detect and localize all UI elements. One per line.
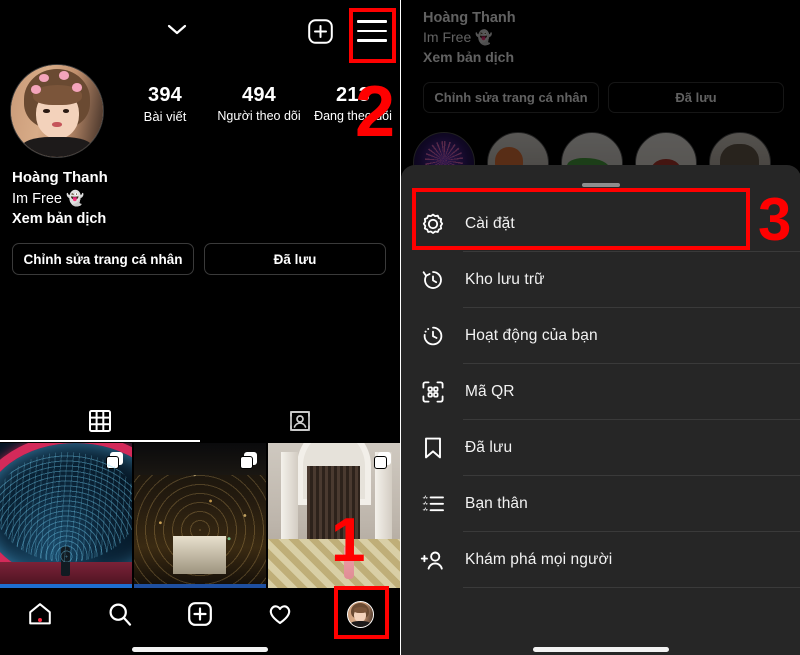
create-tab[interactable] bbox=[160, 601, 240, 627]
see-translation-link[interactable]: Xem bản dịch bbox=[423, 48, 516, 68]
chevron-down-icon[interactable] bbox=[166, 22, 188, 36]
archive-menu-item-label: Kho lưu trữ bbox=[465, 271, 545, 288]
post-thumbnail[interactable] bbox=[0, 443, 133, 588]
multi-post-icon bbox=[240, 452, 258, 469]
profile-bio: Hoàng Thanh Im Free 👻 Xem bản dịch bbox=[423, 8, 516, 67]
annotation-number-2: 2 bbox=[355, 72, 396, 152]
profile-tab[interactable] bbox=[320, 600, 400, 628]
profile-bio-text: Im Free 👻 bbox=[12, 190, 85, 207]
stat-posts-label: Bài viết bbox=[143, 109, 187, 124]
settings-menu-list: Cài đặt Kho lưu trữ Hoạt động của bạn Mã… bbox=[401, 196, 800, 588]
profile-name: Hoàng Thanh bbox=[423, 10, 516, 26]
gear-icon bbox=[419, 210, 447, 238]
plus-square-icon[interactable] bbox=[308, 19, 333, 44]
search-tab[interactable] bbox=[80, 601, 160, 627]
archive-menu-item[interactable]: Kho lưu trữ bbox=[401, 252, 800, 308]
edit-profile-button[interactable]: Chỉnh sửa trang cá nhân bbox=[12, 243, 194, 275]
profile-action-buttons: Chỉnh sửa trang cá nhân Đã lưu bbox=[12, 243, 386, 275]
saved-button[interactable]: Đã lưu bbox=[204, 243, 386, 275]
qr-code-menu-item-label: Mã QR bbox=[465, 383, 515, 400]
settings-menu-item[interactable]: Cài đặt bbox=[401, 196, 800, 252]
settings-bottom-sheet: Cài đặt Kho lưu trữ Hoạt động của bạn Mã… bbox=[401, 165, 800, 655]
stat-posts-number: 394 bbox=[148, 84, 182, 106]
home-tab[interactable] bbox=[0, 601, 80, 627]
annotation-number-1: 1 bbox=[331, 506, 366, 575]
bottom-navigation-bar bbox=[0, 588, 400, 640]
menu-separator bbox=[463, 587, 800, 588]
profile-topbar bbox=[0, 0, 400, 62]
saved-button[interactable]: Đã lưu bbox=[608, 82, 784, 113]
your-activity-menu-item-label: Hoạt động của bạn bbox=[465, 327, 598, 344]
profile-action-buttons: Chỉnh sửa trang cá nhân Đã lưu bbox=[423, 82, 784, 113]
settings-menu-item-label: Cài đặt bbox=[465, 215, 515, 232]
stat-followers[interactable]: 494 Người theo dõi bbox=[212, 84, 306, 124]
discover-people-menu-item[interactable]: Khám phá mọi người bbox=[401, 532, 800, 588]
profile-bio: Hoàng Thanh Im Free 👻 Xem bản dịch bbox=[12, 168, 108, 229]
activity-tab[interactable] bbox=[240, 601, 320, 627]
close-friends-menu-item-label: Bạn thân bbox=[465, 495, 528, 512]
saved-menu-item[interactable]: Đã lưu bbox=[401, 420, 800, 476]
stat-followers-label: Người theo dõi bbox=[217, 109, 301, 123]
right-phone-screen: Hoàng Thanh Im Free 👻 Xem bản dịch Chỉnh… bbox=[400, 0, 800, 655]
your-activity-menu-item[interactable]: Hoạt động của bạn bbox=[401, 308, 800, 364]
close-friends-list-icon bbox=[419, 490, 447, 518]
system-gesture-bar bbox=[533, 647, 669, 652]
profile-tabs bbox=[0, 400, 400, 442]
stat-followers-number: 494 bbox=[242, 84, 276, 106]
tagged-person-icon bbox=[288, 409, 312, 433]
multi-post-icon bbox=[373, 452, 391, 469]
home-icon bbox=[29, 603, 51, 625]
post-thumbnail[interactable] bbox=[133, 443, 267, 588]
search-icon bbox=[109, 603, 132, 626]
saved-menu-item-label: Đã lưu bbox=[465, 439, 513, 456]
bookmark-icon bbox=[419, 434, 447, 462]
grid-tab[interactable] bbox=[0, 400, 200, 442]
close-friends-menu-item[interactable]: Bạn thân bbox=[401, 476, 800, 532]
annotation-number-3: 3 bbox=[758, 186, 792, 253]
qr-code-menu-item[interactable]: Mã QR bbox=[401, 364, 800, 420]
avatar-icon bbox=[346, 600, 374, 628]
avatar[interactable] bbox=[10, 64, 104, 158]
multi-post-icon bbox=[106, 452, 124, 469]
hamburger-menu-icon[interactable] bbox=[357, 20, 387, 42]
system-gesture-bar bbox=[132, 647, 268, 652]
profile-name: Hoàng Thanh bbox=[12, 169, 108, 186]
heart-icon bbox=[269, 605, 291, 625]
stat-posts[interactable]: 394 Bài viết bbox=[118, 84, 212, 124]
edit-profile-button[interactable]: Chỉnh sửa trang cá nhân bbox=[423, 82, 599, 113]
profile-bio-text: Im Free 👻 bbox=[423, 29, 493, 46]
screenshot-root: 394 Bài viết 494 Người theo dõi 213 Đang… bbox=[0, 0, 800, 655]
qr-code-icon bbox=[419, 378, 447, 406]
discover-people-menu-item-label: Khám phá mọi người bbox=[465, 551, 613, 568]
see-translation-link[interactable]: Xem bản dịch bbox=[12, 209, 108, 229]
drag-handle[interactable] bbox=[582, 183, 620, 187]
plus-square-icon bbox=[188, 602, 212, 626]
tagged-tab[interactable] bbox=[200, 400, 400, 442]
activity-clock-icon bbox=[419, 322, 447, 350]
discover-people-icon bbox=[419, 546, 447, 574]
grid-icon bbox=[89, 410, 111, 432]
home-badge-dot bbox=[38, 618, 42, 622]
active-tab-underline bbox=[0, 440, 200, 442]
archive-clock-icon bbox=[419, 266, 447, 294]
